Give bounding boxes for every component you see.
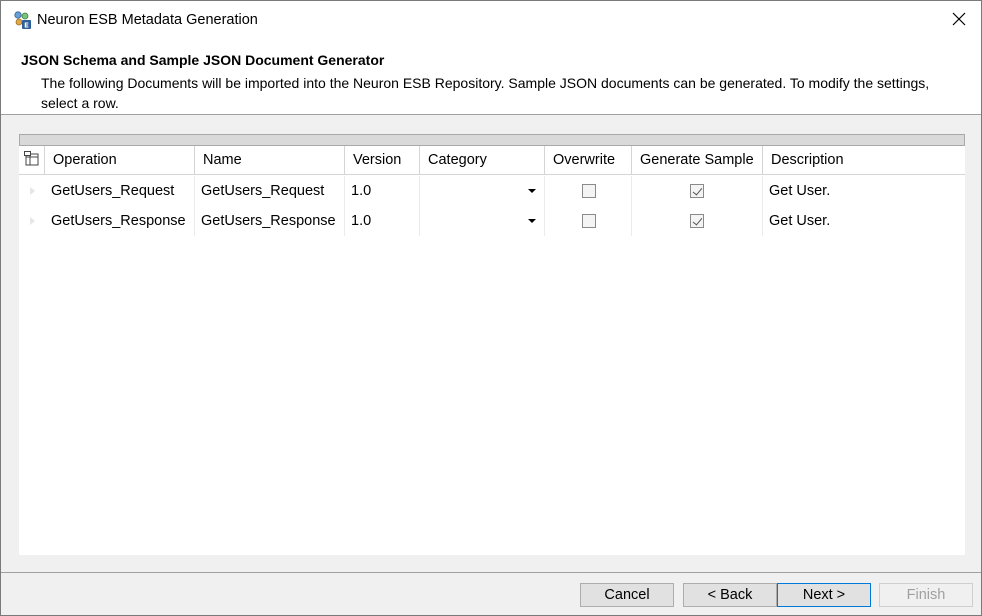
- column-header-description[interactable]: Description: [763, 146, 965, 175]
- row-selector[interactable]: [19, 176, 45, 206]
- row-selector[interactable]: [19, 206, 45, 236]
- cell-name[interactable]: GetUsers_Request: [195, 176, 345, 206]
- cell-overwrite: [545, 176, 632, 206]
- column-chooser-icon: [23, 151, 40, 170]
- page-description: The following Documents will be imported…: [41, 75, 930, 111]
- chevron-down-icon[interactable]: [528, 219, 536, 223]
- grid-header-row: Operation Name Version Category Overwrit…: [19, 146, 965, 175]
- cell-generate-sample: [632, 206, 763, 236]
- row-indicator-icon: [29, 187, 35, 195]
- cell-name[interactable]: GetUsers_Response: [195, 206, 345, 236]
- footer-divider: [1, 572, 981, 573]
- wizard-header: JSON Schema and Sample JSON Document Gen…: [1, 39, 981, 115]
- cancel-button[interactable]: Cancel: [580, 583, 674, 607]
- column-chooser-button[interactable]: [19, 146, 45, 175]
- cell-overwrite: [545, 206, 632, 236]
- cell-description[interactable]: Get User.: [763, 176, 965, 206]
- back-button[interactable]: < Back: [683, 583, 777, 607]
- column-header-category[interactable]: Category: [420, 146, 545, 175]
- grid-group-panel: [19, 134, 965, 146]
- title-bar: E Neuron ESB Metadata Generation: [1, 1, 981, 39]
- cell-category-dropdown[interactable]: [420, 206, 545, 236]
- page-title: JSON Schema and Sample JSON Document Gen…: [21, 52, 385, 68]
- cell-version[interactable]: 1.0: [345, 206, 420, 236]
- cell-operation[interactable]: GetUsers_Response: [45, 206, 195, 236]
- next-button[interactable]: Next >: [777, 583, 871, 607]
- column-header-version[interactable]: Version: [345, 146, 420, 175]
- generate-sample-checkbox[interactable]: [690, 184, 704, 198]
- column-header-generate-sample[interactable]: Generate Sample: [632, 146, 763, 175]
- table-row[interactable]: GetUsers_Response GetUsers_Response 1.0 …: [19, 206, 965, 236]
- chevron-down-icon[interactable]: [528, 189, 536, 193]
- close-button[interactable]: [937, 1, 981, 39]
- column-header-name[interactable]: Name: [195, 146, 345, 175]
- close-icon: [952, 12, 966, 29]
- documents-grid: Operation Name Version Category Overwrit…: [19, 134, 965, 555]
- wizard-window: E Neuron ESB Metadata Generation JSON Sc…: [0, 0, 982, 616]
- svg-text:E: E: [24, 22, 29, 30]
- column-header-operation[interactable]: Operation: [45, 146, 195, 175]
- cell-operation[interactable]: GetUsers_Request: [45, 176, 195, 206]
- finish-button[interactable]: Finish: [879, 583, 973, 607]
- overwrite-checkbox[interactable]: [582, 184, 596, 198]
- row-indicator-icon: [29, 217, 35, 225]
- column-header-overwrite[interactable]: Overwrite: [545, 146, 632, 175]
- generate-sample-checkbox[interactable]: [690, 214, 704, 228]
- cell-description[interactable]: Get User.: [763, 206, 965, 236]
- overwrite-checkbox[interactable]: [582, 214, 596, 228]
- cell-generate-sample: [632, 176, 763, 206]
- cell-category-dropdown[interactable]: [420, 176, 545, 206]
- cell-version[interactable]: 1.0: [345, 176, 420, 206]
- neuron-esb-app-icon: E: [12, 10, 32, 30]
- table-row[interactable]: GetUsers_Request GetUsers_Request 1.0 Ge…: [19, 176, 965, 206]
- window-title: Neuron ESB Metadata Generation: [37, 12, 258, 28]
